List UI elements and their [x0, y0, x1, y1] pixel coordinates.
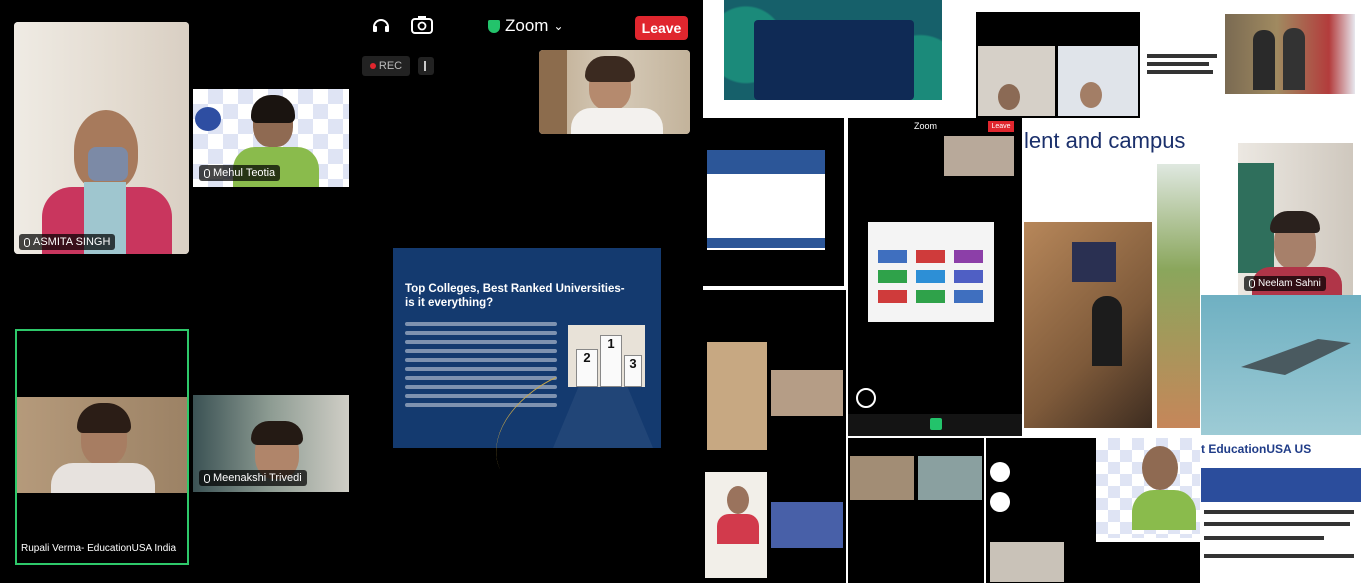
- podium-first: 1: [600, 335, 622, 387]
- podium-third: 3: [624, 355, 642, 387]
- collage-phone-controls: [986, 438, 1096, 583]
- collage-phone-grid-left: [703, 290, 846, 583]
- participant-tile-rupali[interactable]: Rupali Verma- EducationUSA India: [15, 329, 189, 565]
- inner-zoom-title: Zoom: [914, 121, 938, 131]
- podium-image: 2 1 3: [568, 325, 645, 387]
- collage-flyer: [724, 0, 942, 112]
- participant-name-tag: Meenakshi Trivedi: [199, 470, 307, 486]
- leave-button[interactable]: Leave: [635, 16, 688, 40]
- inner-leave-button: Leave: [988, 121, 1014, 132]
- podium-second: 2: [576, 349, 598, 387]
- collage-zoom-grid-bottom: [848, 438, 984, 583]
- shield-icon: [488, 19, 500, 33]
- campus-heading: lent and campus: [1024, 128, 1186, 153]
- share-icon: [930, 418, 942, 430]
- recording-indicator: REC: [362, 56, 410, 76]
- mic-icon: [204, 473, 210, 483]
- rec-label: REC: [378, 60, 403, 72]
- chevron-down-icon: ⌄: [553, 19, 564, 33]
- participant-name-tag: ASMITA SINGH: [19, 234, 116, 250]
- meeting-title-dropdown[interactable]: Zoom ⌄: [488, 16, 564, 36]
- participant-tile-neelam[interactable]: Neelam Sahni: [1238, 143, 1353, 295]
- participant-tile-meenakshi[interactable]: Meenakshi Trivedi: [193, 395, 349, 492]
- educationusa-banner: t EducationUSA US: [1201, 442, 1312, 456]
- camera-switch-icon[interactable]: [410, 14, 434, 42]
- collage-campus: lent and campus: [1022, 118, 1200, 438]
- pencil-icon: [856, 388, 876, 408]
- collage-zoom-grid-top: [976, 12, 1140, 118]
- participant-tile-active-speaker[interactable]: [539, 50, 690, 134]
- mic-icon: [204, 168, 210, 178]
- mic-icon: [1249, 279, 1255, 288]
- pause-record-icon[interactable]: [418, 57, 434, 75]
- participant-name-tag: Neelam Sahni: [1244, 276, 1326, 291]
- record-dot-icon: [369, 63, 376, 69]
- app-title: Zoom: [505, 16, 549, 35]
- collage-educationusa: t EducationUSA US: [1096, 438, 1361, 583]
- collage-jet-image: [1201, 295, 1361, 435]
- collage-phone-zoom: Zoom Leave: [848, 118, 1022, 436]
- headset-icon[interactable]: [370, 14, 392, 42]
- mic-icon: [24, 237, 30, 247]
- participant-tile-asmita[interactable]: ASMITA SINGH: [14, 22, 189, 254]
- slide-title: Top Colleges, Best Ranked Universities- …: [405, 283, 625, 309]
- participant-tile-mehul[interactable]: Mehul Teotia: [193, 89, 349, 187]
- collage-news-image: [1143, 0, 1361, 118]
- collage-slide-screenshot: [703, 118, 844, 286]
- participant-name-tag: Mehul Teotia: [199, 165, 281, 181]
- participant-name-tag: Rupali Verma- EducationUSA India: [21, 543, 177, 554]
